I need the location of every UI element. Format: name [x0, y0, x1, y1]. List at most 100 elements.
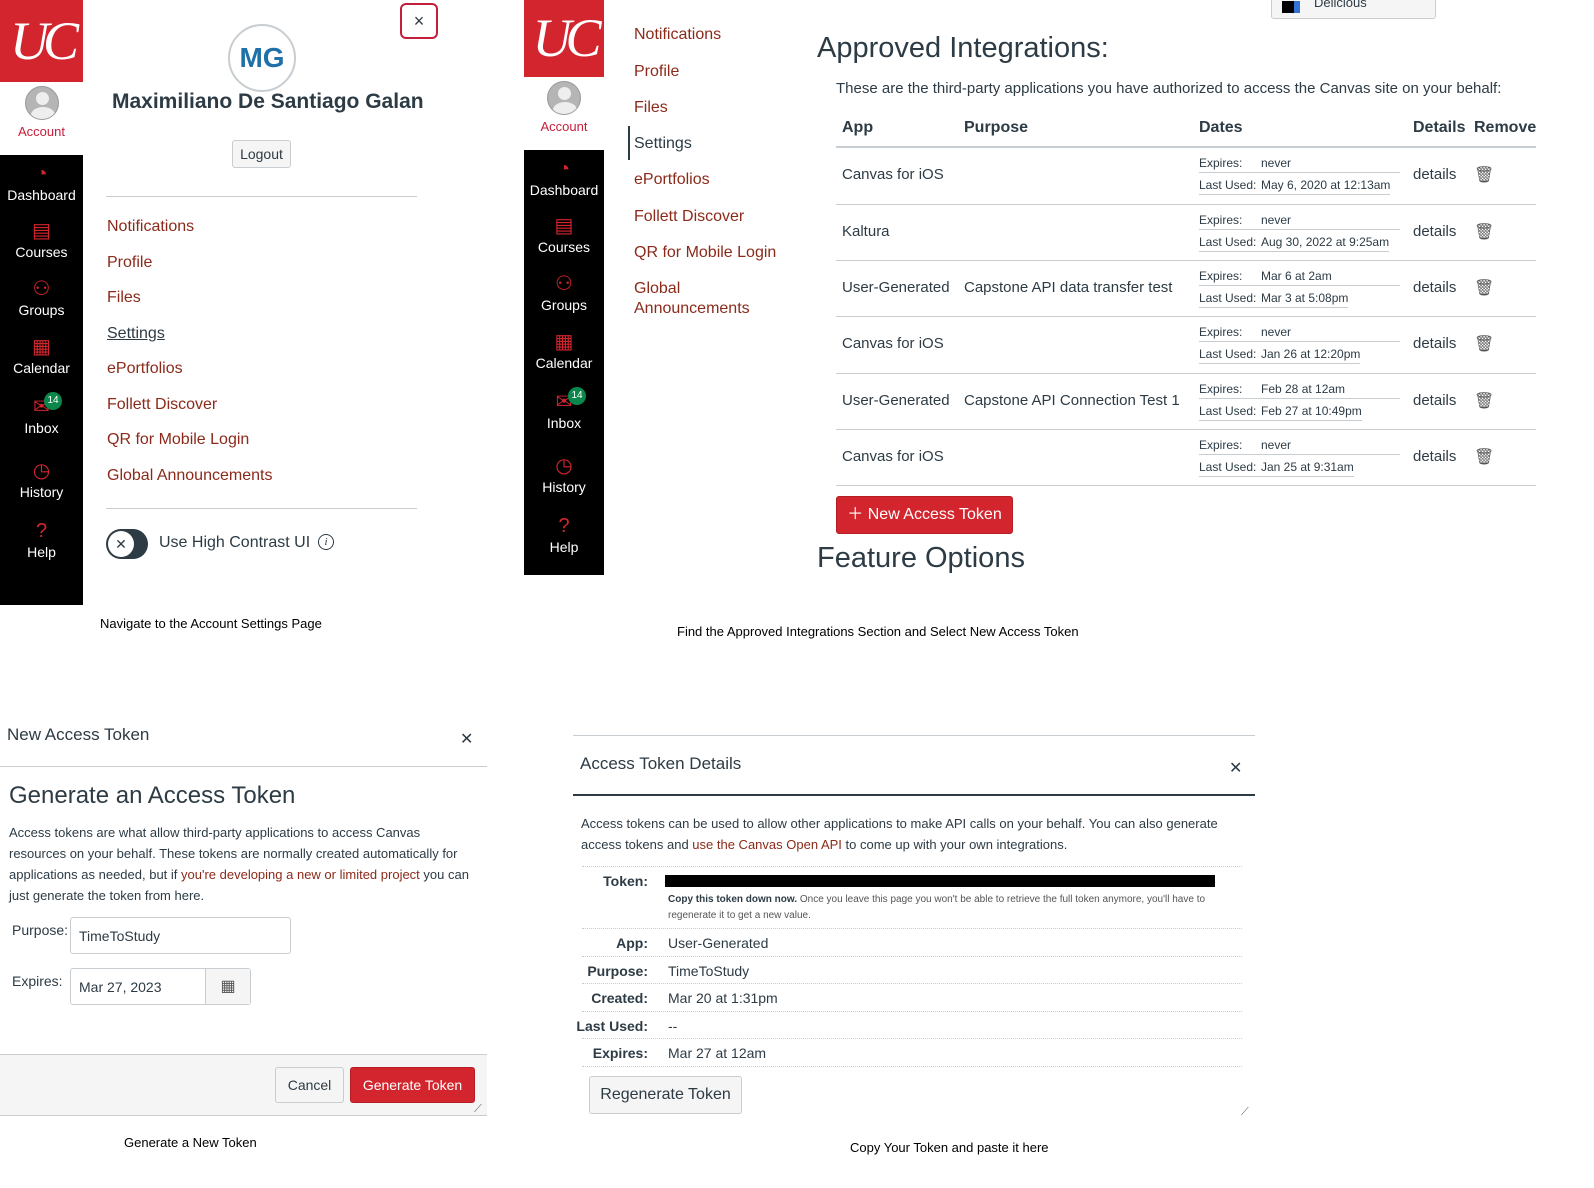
trash-icon[interactable]: 🗑	[1474, 447, 1494, 467]
calendar-icon: ▦	[554, 331, 574, 353]
nav-inbox[interactable]: ✉ 14 Inbox	[524, 387, 604, 431]
app-name: User-Generated	[842, 279, 950, 296]
close-icon[interactable]: ✕	[1229, 758, 1242, 778]
detail-row: Expires: Mar 27 at 12am	[582, 1038, 1242, 1066]
developing-project-link[interactable]: you're developing a new or limited proje…	[181, 867, 420, 882]
detail-row: App: User-Generated	[582, 928, 1242, 956]
account-menu-files[interactable]: Files	[107, 289, 141, 307]
resize-handle-icon[interactable]: ⟋	[474, 1103, 482, 1116]
nav-help[interactable]: ? Help	[524, 515, 604, 555]
cancel-button[interactable]: Cancel	[275, 1067, 344, 1103]
history-icon: ◷	[555, 455, 573, 477]
global-nav: UC Account ◔ Dashboard ▤ Courses ⚇ Groups ▦ Cal…	[0, 0, 83, 605]
detail-value: User-Generated	[668, 935, 769, 951]
account-menu-profile[interactable]: Profile	[107, 254, 152, 272]
subnav-eportfolios[interactable]: ePortfolios	[634, 170, 784, 190]
nav-dashboard[interactable]: ◔ Dashboard	[0, 163, 83, 203]
service-dropdown[interactable]: Delicious	[1271, 0, 1436, 19]
account-menu-eportfolios[interactable]: ePortfolios	[107, 360, 183, 378]
dialog-top-line	[573, 735, 1255, 736]
calendar-icon: ▦	[32, 336, 51, 358]
nav-label: Inbox	[24, 420, 59, 436]
details-link[interactable]: details	[1413, 279, 1456, 296]
high-contrast-toggle[interactable]: ✕	[106, 529, 148, 559]
logout-button[interactable]: Logout	[232, 140, 291, 168]
resize-handle-icon[interactable]: ⟋	[1241, 1106, 1249, 1119]
nav-courses[interactable]: ▤ Courses	[0, 220, 83, 260]
account-nav-item[interactable]: Account	[0, 82, 83, 155]
inbox-icon: ✉	[555, 391, 573, 413]
calendar-icon[interactable]: ▦	[205, 969, 250, 1004]
trash-icon[interactable]: 🗑	[1474, 391, 1494, 411]
last-used: Last Used: Mar 3 at 5:08pm	[1199, 291, 1349, 308]
generate-token-button[interactable]: Generate Token	[350, 1067, 475, 1103]
subnav-follett-discover[interactable]: Follett Discover	[634, 207, 784, 227]
account-menu-qr-for-mobile-login[interactable]: QR for Mobile Login	[107, 431, 249, 449]
expires: Expires: Mar 6 at 2am	[1199, 269, 1400, 286]
nav-label: Groups	[541, 297, 587, 313]
courses-icon: ▤	[32, 220, 51, 242]
nav-history[interactable]: ◷ History	[524, 455, 604, 495]
app-name: Canvas for iOS	[842, 448, 944, 465]
subnav-notifications[interactable]: Notifications	[634, 25, 784, 45]
regenerate-token-button[interactable]: Regenerate Token	[589, 1076, 742, 1114]
col-dates: Dates	[1199, 119, 1243, 136]
detail-row: Created: Mar 20 at 1:31pm	[582, 983, 1242, 1011]
trash-icon[interactable]: 🗑	[1474, 278, 1494, 298]
tray-close-button[interactable]: ×	[400, 3, 438, 39]
nav-history[interactable]: ◷ History	[0, 460, 83, 500]
nav-inbox[interactable]: ✉ 14 Inbox	[0, 392, 83, 436]
nav-calendar[interactable]: ▦ Calendar	[0, 336, 83, 376]
detail-value: Mar 27 at 12am	[668, 1045, 767, 1061]
table-row: User-Generated Capstone API data transfer…	[836, 260, 1536, 316]
profile-avatar: MG	[228, 24, 296, 92]
account-menu-notifications[interactable]: Notifications	[107, 218, 194, 236]
account-menu-global-announcements[interactable]: Global Announcements	[107, 467, 272, 485]
integrations-intro: These are the third-party applications y…	[836, 80, 1502, 97]
nav-groups[interactable]: ⚇ Groups	[524, 273, 604, 313]
new-token-dialog-title: New Access Token	[7, 725, 150, 744]
token-value-redacted[interactable]	[665, 875, 1215, 887]
subnav-qr-for-mobile-login[interactable]: QR for Mobile Login	[634, 243, 784, 263]
purpose-input[interactable]: TimeToStudy	[70, 917, 291, 954]
table-row: Kaltura Expires: never Last Used: Aug 30, 20…	[836, 204, 1536, 260]
expires: Expires: never	[1199, 438, 1400, 455]
subnav-settings[interactable]: Settings	[634, 134, 784, 154]
new-access-token-button[interactable]: ＋ New Access Token	[836, 496, 1013, 534]
details-link[interactable]: details	[1413, 223, 1456, 240]
nav-courses[interactable]: ▤ Courses	[524, 215, 604, 255]
avatar-icon	[24, 86, 59, 120]
details-link[interactable]: details	[1413, 166, 1456, 183]
nav-help[interactable]: ? Help	[0, 520, 83, 560]
close-icon[interactable]: ✕	[460, 729, 473, 749]
trash-icon[interactable]: 🗑	[1474, 334, 1494, 354]
account-menu-settings[interactable]: Settings	[107, 325, 165, 343]
account-menu-follett-discover[interactable]: Follett Discover	[107, 396, 217, 414]
feature-options-heading: Feature Options	[817, 542, 1025, 574]
uc-logo-2[interactable]: UC	[524, 0, 604, 77]
detail-row: Last Used: --	[576, 1011, 1242, 1039]
subnav-files[interactable]: Files	[634, 98, 784, 118]
subnav-global-announcements[interactable]: Global Announcements	[634, 279, 784, 319]
details-link[interactable]: details	[1413, 448, 1456, 465]
caption-1: Navigate to the Account Settings Page	[100, 616, 322, 631]
generate-token-description: Access tokens are what allow third-party…	[9, 825, 469, 903]
last-used: Last Used: Jan 26 at 12:20pm	[1199, 347, 1361, 364]
inbox-badge: 14	[568, 387, 586, 405]
purpose-label: Purpose:	[12, 922, 69, 938]
account-nav-item-2[interactable]: Account	[524, 77, 604, 150]
details-link[interactable]: details	[1413, 335, 1456, 352]
user-name: Maximiliano De Santiago Galan	[112, 90, 424, 113]
nav-dashboard[interactable]: ◔ Dashboard	[524, 158, 604, 198]
nav-calendar[interactable]: ▦ Calendar	[524, 331, 604, 371]
nav-groups[interactable]: ⚇ Groups	[0, 278, 83, 318]
details-link[interactable]: details	[1413, 392, 1456, 409]
subnav-profile[interactable]: Profile	[634, 62, 784, 82]
expires-date-input[interactable]: Mar 27, 2023 ▦	[70, 968, 251, 1005]
canvas-open-api-link[interactable]: use the Canvas Open API	[692, 837, 842, 852]
uc-logo[interactable]: UC	[0, 0, 83, 82]
info-icon[interactable]: i	[318, 534, 334, 550]
nav-label: History	[19, 484, 64, 500]
trash-icon[interactable]: 🗑	[1474, 165, 1494, 185]
trash-icon[interactable]: 🗑	[1474, 222, 1494, 242]
